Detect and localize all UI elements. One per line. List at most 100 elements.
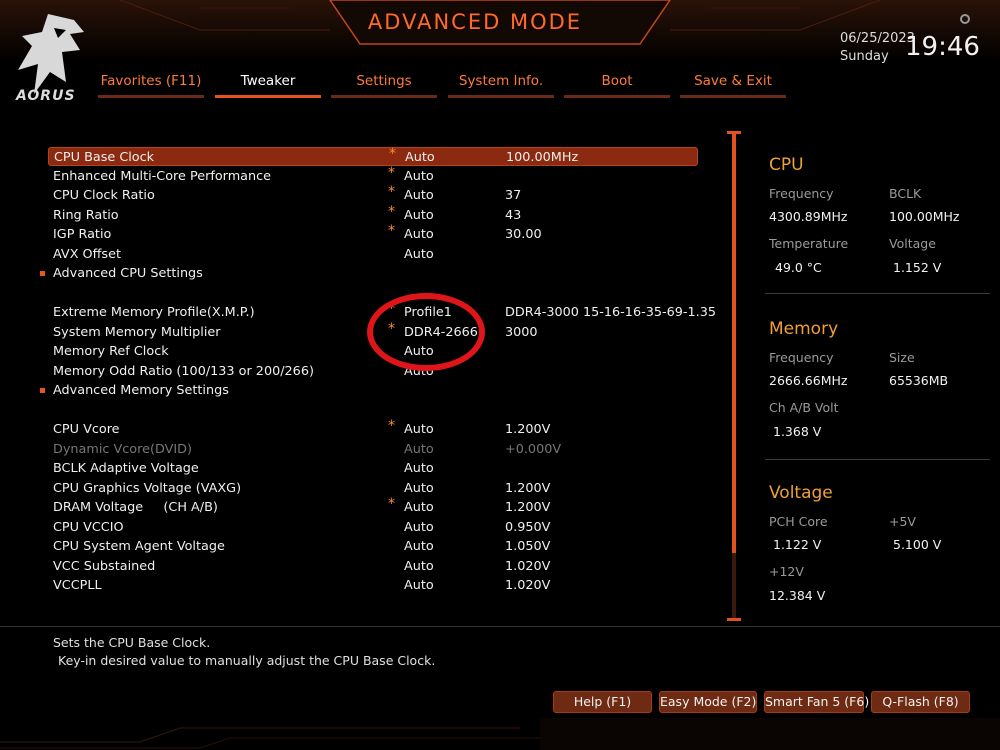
- setting-row-memory-odd-ratio[interactable]: Memory Odd Ratio (100/133 or 200/266) Au…: [48, 362, 698, 381]
- clock-display: 19:46: [905, 32, 980, 62]
- setting-name: Ring Ratio: [53, 208, 119, 223]
- setting-value: DDR4-3000 15-16-16-35-69-1.35: [505, 305, 716, 320]
- setting-option: Auto: [404, 500, 434, 515]
- setting-row-igp-ratio[interactable]: IGP Ratio * Auto 30.00: [48, 223, 698, 244]
- memory-size-value: 65536MB: [889, 373, 949, 388]
- plus12v-value: 12.384 V: [769, 588, 826, 603]
- setting-value: 43: [505, 208, 522, 223]
- setting-value: 30.00: [505, 227, 542, 242]
- cpu-temperature-value: 49.0 °C: [775, 260, 822, 275]
- cpu-voltage-value: 1.152 V: [893, 260, 942, 275]
- tab-favorites[interactable]: Favorites (F11): [98, 70, 204, 98]
- cpu-section-title: CPU: [769, 155, 804, 175]
- setting-row-cpu-base-clock[interactable]: CPU Base Clock * Auto 100.00MHz: [48, 146, 698, 166]
- setting-name: Dynamic Vcore(DVID): [53, 442, 192, 457]
- modified-star-icon: *: [388, 204, 395, 220]
- setting-name: CPU Graphics Voltage (VAXG): [53, 481, 242, 496]
- setting-name: Memory Ref Clock: [53, 344, 169, 359]
- setting-option: Auto: [404, 422, 434, 437]
- cpu-frequency-value: 4300.89MHz: [769, 209, 848, 224]
- setting-name: Advanced CPU Settings: [53, 266, 203, 281]
- setting-name: BCLK Adaptive Voltage: [53, 461, 199, 476]
- setting-row-cpu-vcore[interactable]: CPU Vcore * Auto 1.200V: [48, 418, 698, 439]
- main-tabs: Favorites (F11) Tweaker Settings System …: [98, 70, 788, 100]
- setting-name: AVX Offset: [53, 247, 121, 262]
- cpu-bclk-label: BCLK: [889, 186, 922, 201]
- setting-row-vccpll[interactable]: VCCPLL Auto 1.020V: [48, 576, 698, 595]
- setting-name: Extreme Memory Profile(X.M.P.): [53, 305, 255, 320]
- modified-star-icon: *: [388, 496, 395, 512]
- submenu-bullet-icon: [40, 388, 45, 393]
- setting-option: Auto: [404, 539, 434, 554]
- setting-name: VCC Substained: [53, 559, 156, 574]
- submenu-advanced-memory-settings[interactable]: Advanced Memory Settings: [40, 381, 698, 400]
- setting-row-dynamic-vcore: Dynamic Vcore(DVID) Auto +0.000V: [48, 440, 698, 459]
- setting-row-vcc-substained[interactable]: VCC Substained Auto 1.020V: [48, 557, 698, 576]
- modified-star-icon: *: [388, 165, 395, 181]
- setting-option: Auto: [404, 461, 434, 476]
- cpu-temperature-label: Temperature: [769, 236, 849, 251]
- modified-star-icon: *: [388, 184, 395, 200]
- plus5v-value: 5.100 V: [893, 537, 942, 552]
- tab-tweaker[interactable]: Tweaker: [215, 70, 321, 98]
- day-display: Sunday: [840, 49, 889, 64]
- setting-row-cpu-graphics-voltage[interactable]: CPU Graphics Voltage (VAXG) Auto 1.200V: [48, 479, 698, 498]
- setting-option: Auto: [404, 578, 434, 593]
- smart-fan-button[interactable]: Smart Fan 5 (F6): [764, 691, 869, 713]
- setting-option: Auto: [404, 520, 434, 535]
- setting-option: Auto: [404, 169, 434, 184]
- setting-row-cpu-vccio[interactable]: CPU VCCIO Auto 0.950V: [48, 518, 698, 537]
- setting-value: 1.050V: [505, 539, 551, 554]
- memory-chab-volt-value: 1.368 V: [773, 424, 822, 439]
- modified-star-icon: *: [389, 146, 396, 162]
- memory-frequency-label: Frequency: [769, 350, 834, 365]
- setting-value: 3000: [505, 325, 538, 340]
- memory-frequency-value: 2666.66MHz: [769, 373, 848, 388]
- date-display: 06/25/2023: [840, 31, 915, 46]
- setting-row-enhanced-multicore[interactable]: Enhanced Multi-Core Performance * Auto: [48, 165, 698, 186]
- setting-name: Enhanced Multi-Core Performance: [53, 169, 272, 184]
- setting-row-bclk-adaptive-voltage[interactable]: BCLK Adaptive Voltage Auto: [48, 459, 698, 478]
- settings-gear-icon[interactable]: [960, 14, 970, 24]
- setting-option: Auto: [404, 481, 434, 496]
- setting-value: 1.020V: [505, 578, 551, 593]
- cpu-voltage-label: Voltage: [889, 236, 936, 251]
- help-divider: [0, 626, 1000, 627]
- setting-name: System Memory Multiplier: [53, 325, 221, 340]
- setting-value: +0.000V: [505, 442, 562, 457]
- setting-option: Auto: [405, 150, 435, 165]
- plus12v-label: +12V: [769, 564, 804, 579]
- setting-name: CPU Vcore: [53, 422, 120, 437]
- tab-save-exit[interactable]: Save & Exit: [680, 70, 786, 98]
- setting-row-avx-offset[interactable]: AVX Offset Auto: [48, 245, 698, 264]
- cpu-frequency-label: Frequency: [769, 186, 834, 201]
- tab-settings[interactable]: Settings: [331, 70, 437, 98]
- setting-name: Memory Odd Ratio (100/133 or 200/266): [53, 364, 314, 379]
- q-flash-button[interactable]: Q-Flash (F8): [871, 691, 970, 713]
- setting-row-cpu-clock-ratio[interactable]: CPU Clock Ratio * Auto 37: [48, 184, 698, 205]
- setting-value: 1.200V: [505, 500, 551, 515]
- plus5v-label: +5V: [889, 514, 916, 529]
- brand-logo-text: AORUS: [16, 88, 76, 104]
- modified-star-icon: *: [388, 223, 395, 239]
- setting-value: 37: [505, 188, 522, 203]
- setting-option: Auto: [404, 208, 434, 223]
- setting-name: CPU Base Clock: [54, 150, 155, 165]
- setting-row-ring-ratio[interactable]: Ring Ratio * Auto 43: [48, 204, 698, 225]
- help-button[interactable]: Help (F1): [553, 691, 652, 713]
- voltage-section-title: Voltage: [769, 483, 833, 503]
- tab-boot[interactable]: Boot: [564, 70, 670, 98]
- setting-row-dram-voltage[interactable]: DRAM Voltage (CH A/B) * Auto 1.200V: [48, 496, 698, 517]
- setting-value: 100.00MHz: [506, 150, 579, 165]
- setting-value: 1.200V: [505, 422, 551, 437]
- scrollbar-thumb[interactable]: [732, 133, 736, 553]
- submenu-advanced-cpu-settings[interactable]: Advanced CPU Settings: [40, 264, 698, 283]
- setting-name: CPU Clock Ratio: [53, 188, 155, 203]
- help-text-line-2: Key-in desired value to manually adjust …: [58, 653, 436, 668]
- setting-option: Auto: [404, 442, 434, 457]
- setting-row-cpu-system-agent-voltage[interactable]: CPU System Agent Voltage Auto 1.050V: [48, 537, 698, 556]
- settings-scrollbar[interactable]: [732, 133, 736, 620]
- tab-system-info[interactable]: System Info.: [448, 70, 554, 98]
- easy-mode-button[interactable]: Easy Mode (F2): [659, 691, 757, 713]
- memory-chab-volt-label: Ch A/B Volt: [769, 400, 839, 415]
